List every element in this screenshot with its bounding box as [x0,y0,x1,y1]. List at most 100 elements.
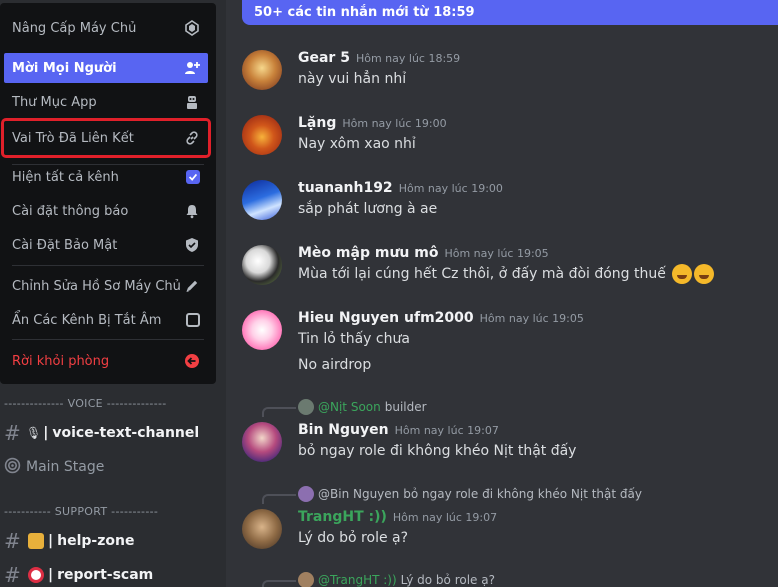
channel-voice-text[interactable]: # 🎙 | voice-text-channel [2,418,220,448]
channel-name: help-zone [57,533,135,549]
message-text: sắp phát lương à ae [298,201,438,217]
avatar[interactable] [242,310,282,350]
reply-avatar [298,486,314,502]
avatar[interactable] [242,50,282,90]
rofl-emoji-icon [694,264,715,284]
message-author[interactable]: tuananh192 Hôm nay lúc 19:00 [298,180,503,196]
channel-main-stage[interactable]: Main Stage [2,452,220,482]
menu-item-label: Vai Trò Đã Liên Kết [12,130,134,146]
message-text-content: Mùa tới lại cúng hết Cz thôi, ở đấy mà đ… [298,266,666,282]
checkbox-checked-icon[interactable] [186,170,200,184]
hash-icon: # [4,421,21,445]
reply-connector [262,580,296,587]
new-messages-text: 50+ các tin nhắn mới từ 18:59 [254,5,475,20]
channel-divider: | [48,533,54,549]
message-text: Nay xôm xao nhỉ [298,136,416,152]
menu-item-label: Cài đặt thông báo [12,203,129,219]
message-timestamp: Hôm nay lúc 19:05 [479,312,584,325]
channel-name: Main Stage [26,459,105,475]
channel-divider: | [48,567,54,583]
avatar[interactable] [242,422,282,462]
stage-icon [4,455,26,479]
menu-item-label: Ẩn Các Kênh Bị Tắt Âm [12,312,162,328]
new-messages-bar[interactable]: 50+ các tin nhắn mới từ 18:59 [242,0,778,25]
reply-text: Lý do bỏ role ạ? [400,573,495,587]
reply-author: @Bin Nguyen [318,487,400,501]
message-timestamp: Hôm nay lúc 19:07 [394,424,499,437]
prohibited-icon [28,567,44,583]
category-support[interactable]: ----------- SUPPORT ----------- [4,505,226,518]
menu-item-linked-roles[interactable]: Vai Trò Đã Liên Kết [1,118,211,158]
bell-icon [184,203,200,219]
reply-preview[interactable]: @Nịt Soon builder [298,399,427,415]
reply-text: builder [384,400,427,414]
avatar[interactable] [242,245,282,285]
author-name: Gear 5 [298,50,350,66]
shield-icon [184,237,200,253]
message-text: này vui hẳn nhỉ [298,71,407,87]
reply-connector [262,407,296,417]
avatar[interactable] [242,115,282,155]
message-author[interactable]: Gear 5 Hôm nay lúc 18:59 [298,50,460,66]
reply-connector [262,494,296,504]
menu-separator [12,265,204,266]
menu-item-notification-settings[interactable]: Cài đặt thông báo [4,196,208,226]
menu-item-server-boost[interactable]: Nâng Cấp Máy Chủ [4,13,208,43]
checkbox-empty-icon[interactable] [186,313,200,327]
message-author[interactable]: Bin Nguyen Hôm nay lúc 19:07 [298,422,499,438]
reply-avatar [298,399,314,415]
rofl-emoji-icon [672,264,693,284]
menu-item-label: Hiện tất cả kênh [12,169,119,185]
message-timestamp: Hôm nay lúc 19:00 [398,182,503,195]
menu-item-invite-people[interactable]: Mời Mọi Người [4,53,208,83]
menu-item-label: Rời khỏi phòng [12,353,110,369]
menu-separator [12,339,204,340]
message-author[interactable]: Hieu Nguyen ufm2000 Hôm nay lúc 19:05 [298,310,584,326]
robot-icon [184,94,200,110]
author-name: TrangHT :)) [298,509,387,525]
menu-item-label: Cài Đặt Bảo Mật [12,237,118,253]
menu-item-privacy-settings[interactable]: Cài Đặt Bảo Mật [4,230,208,260]
reply-text: bỏ ngay role đi không khéo Nịt thật đấy [403,487,642,501]
message-text: No airdrop [298,357,372,373]
menu-item-label: Mời Mọi Người [12,60,117,76]
reply-preview[interactable]: @TrangHT :)) Lý do bỏ role ạ? [298,572,495,587]
channel-report-scam[interactable]: # | report-scam [2,560,220,587]
boost-gem-icon [184,20,200,36]
message-timestamp: Hôm nay lúc 19:05 [444,247,549,260]
reply-preview[interactable]: @Bin Nguyen bỏ ngay role đi không khéo N… [298,486,642,502]
author-name: Bin Nguyen [298,422,389,438]
hash-icon: # [4,563,21,587]
channel-help-zone[interactable]: # | help-zone [2,526,220,556]
link-icon [184,130,200,146]
channel-sidebar: Nâng Cấp Máy Chủ Mời Mọi Người Thư Mục A… [0,0,226,587]
menu-item-hide-muted-channels[interactable]: Ẩn Các Kênh Bị Tắt Âm [4,305,208,335]
avatar[interactable] [242,509,282,549]
avatar[interactable] [242,180,282,220]
reply-author: @TrangHT :)) [318,573,397,587]
pencil-icon [184,278,200,294]
message-text: Mùa tới lại cúng hết Cz thôi, ở đấy mà đ… [298,264,715,284]
menu-item-app-directory[interactable]: Thư Mục App [4,87,208,117]
category-voice[interactable]: -------------- VOICE -------------- [4,397,226,410]
add-user-icon [184,60,200,76]
message-timestamp: Hôm nay lúc 18:59 [355,52,461,65]
channel-name: voice-text-channel [52,425,200,441]
author-name: Hieu Nguyen ufm2000 [298,310,474,326]
leave-icon [184,353,200,369]
menu-item-leave-server[interactable]: Rời khỏi phòng [4,346,208,376]
message-author[interactable]: Mèo mập mưu mô Hôm nay lúc 19:05 [298,245,549,261]
message-timestamp: Hôm nay lúc 19:00 [342,117,447,130]
message-text: Lý do bỏ role ạ? [298,530,409,546]
author-name: Lặng [298,115,337,131]
message-text: Tin lỏ thấy chưa [298,331,410,347]
menu-item-show-all-channels[interactable]: Hiện tất cả kênh [4,162,208,192]
server-context-menu: Nâng Cấp Máy Chủ Mời Mọi Người Thư Mục A… [0,3,216,384]
raising-hand-icon [28,533,44,549]
menu-item-label: Chỉnh Sửa Hồ Sơ Máy Chủ [12,278,181,294]
author-name: tuananh192 [298,180,393,196]
hash-icon: # [4,529,21,553]
message-author[interactable]: Lặng Hôm nay lúc 19:00 [298,115,447,131]
menu-item-edit-server-profile[interactable]: Chỉnh Sửa Hồ Sơ Máy Chủ [4,271,208,301]
message-author[interactable]: TrangHT :)) Hôm nay lúc 19:07 [298,509,497,525]
